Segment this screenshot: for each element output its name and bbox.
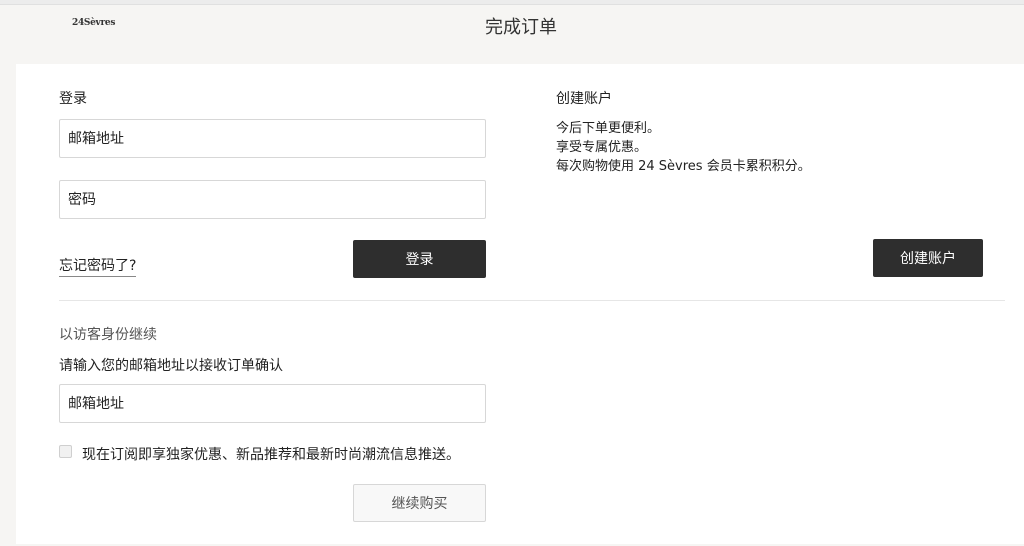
benefit-item: 每次购物使用 24 Sèvres 会员卡累积积分。 (556, 159, 811, 174)
checkout-card: 登录 忘记密码了? 登录 创建账户 今后下单更便利。 享受专属优惠。 每次购物使… (16, 64, 1024, 544)
login-password-input[interactable] (59, 180, 486, 219)
forgot-password-link[interactable]: 忘记密码了? (59, 255, 137, 277)
header: 24Sèvres 完成订单 (0, 4, 1024, 64)
guest-email-input[interactable] (59, 384, 486, 423)
guest-heading: 以访客身份继续 (59, 327, 157, 343)
login-heading: 登录 (59, 91, 87, 107)
benefit-item: 享受专属优惠。 (556, 140, 648, 155)
create-account-button[interactable]: 创建账户 (873, 239, 983, 277)
page-title: 完成订单 (485, 17, 557, 38)
guest-instruction: 请输入您的邮箱地址以接收订单确认 (59, 358, 283, 374)
section-divider (59, 300, 1005, 301)
newsletter-checkbox[interactable] (59, 445, 72, 458)
login-email-input[interactable] (59, 119, 486, 158)
login-button[interactable]: 登录 (353, 240, 486, 278)
newsletter-label: 现在订阅即享独家优惠、新品推荐和最新时尚潮流信息推送。 (82, 447, 460, 463)
benefit-item: 今后下单更便利。 (556, 121, 661, 136)
continue-purchase-button[interactable]: 继续购买 (353, 484, 486, 522)
benefits-list: 今后下单更便利。 享受专属优惠。 每次购物使用 24 Sèvres 会员卡累积积… (556, 119, 811, 176)
create-account-heading: 创建账户 (556, 91, 612, 107)
